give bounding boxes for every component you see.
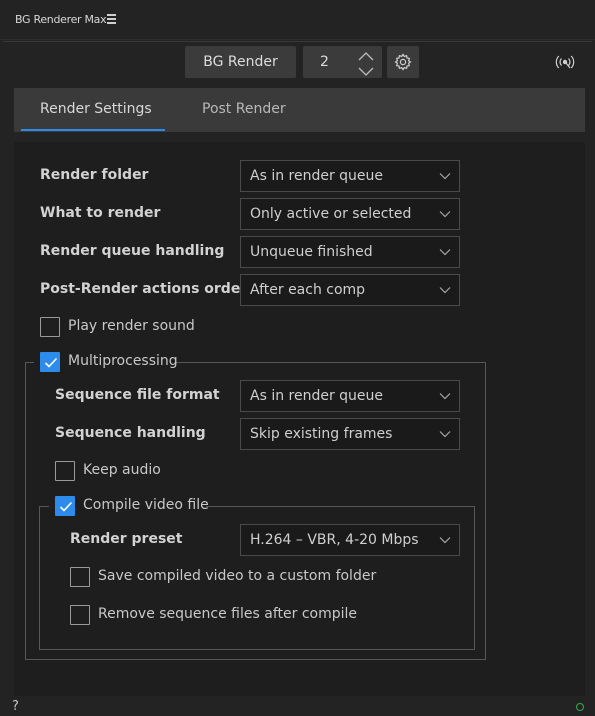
post-render-order-label: Post-Render actions order [40, 281, 248, 297]
chevron-down-icon [439, 287, 451, 294]
sequence-handling-dropdown[interactable]: Skip existing frames [240, 418, 460, 450]
compile-video-label: Compile video file [83, 497, 209, 513]
play-sound-label: Play render sound [68, 318, 195, 334]
divider [3, 41, 592, 42]
remove-sequence-label: Remove sequence files after compile [98, 606, 357, 622]
status-bar [0, 697, 595, 716]
tab-post-render[interactable]: Post Render [202, 101, 286, 117]
render-preset-label: Render preset [70, 531, 183, 547]
chevron-down-icon [439, 249, 451, 256]
hamburger-menu-icon[interactable] [107, 14, 116, 24]
chevron-down-icon [439, 431, 451, 438]
status-indicator-icon [576, 703, 584, 711]
sequence-handling-label: Sequence handling [55, 425, 206, 441]
gear-icon [394, 53, 412, 71]
checkmark-icon [59, 501, 73, 512]
what-to-render-label: What to render [40, 205, 161, 221]
render-folder-value: As in render queue [250, 168, 384, 184]
checkmark-icon [44, 357, 58, 368]
help-button[interactable]: ? [12, 699, 19, 714]
chevron-down-icon [439, 537, 451, 544]
custom-folder-checkbox[interactable] [70, 567, 90, 587]
multiprocessing-label: Multiprocessing [68, 353, 178, 369]
custom-folder-label: Save compiled video to a custom folder [98, 568, 377, 584]
queue-handling-dropdown[interactable]: Unqueue finished [240, 236, 460, 268]
sequence-format-label: Sequence file format [55, 387, 220, 403]
post-render-order-value: After each comp [250, 282, 366, 298]
bg-render-button[interactable]: BG Render [185, 46, 296, 78]
chevron-down-icon [439, 173, 451, 180]
play-sound-checkbox[interactable] [40, 317, 60, 337]
keep-audio-label: Keep audio [83, 462, 161, 478]
remove-sequence-checkbox[interactable] [70, 605, 90, 625]
sequence-handling-value: Skip existing frames [250, 426, 393, 442]
keep-audio-checkbox[interactable] [55, 461, 75, 481]
panel-title: BG Renderer Max [15, 13, 107, 26]
chevron-down-icon[interactable] [356, 63, 376, 76]
what-to-render-value: Only active or selected [250, 206, 412, 222]
sequence-format-value: As in render queue [250, 388, 384, 404]
compile-video-checkbox[interactable] [55, 496, 75, 516]
remote-connection-icon[interactable] [555, 53, 575, 71]
post-render-order-dropdown[interactable]: After each comp [240, 274, 460, 306]
render-preset-value: H.264 – VBR, 4-20 Mbps [250, 532, 419, 548]
queue-handling-value: Unqueue finished [250, 244, 373, 260]
what-to-render-dropdown[interactable]: Only active or selected [240, 198, 460, 230]
render-folder-dropdown[interactable]: As in render queue [240, 160, 460, 192]
settings-button[interactable] [387, 46, 419, 78]
workers-value[interactable]: 2 [320, 54, 329, 70]
multiprocessing-checkbox[interactable] [40, 352, 60, 372]
queue-handling-label: Render queue handling [40, 243, 225, 259]
active-tab-indicator [21, 129, 165, 131]
chevron-down-icon [439, 393, 451, 400]
chevron-up-icon[interactable] [356, 48, 376, 61]
sequence-format-dropdown[interactable]: As in render queue [240, 380, 460, 412]
tab-render-settings[interactable]: Render Settings [40, 101, 152, 117]
render-preset-dropdown[interactable]: H.264 – VBR, 4-20 Mbps [240, 524, 460, 556]
render-folder-label: Render folder [40, 167, 149, 183]
chevron-down-icon [439, 211, 451, 218]
